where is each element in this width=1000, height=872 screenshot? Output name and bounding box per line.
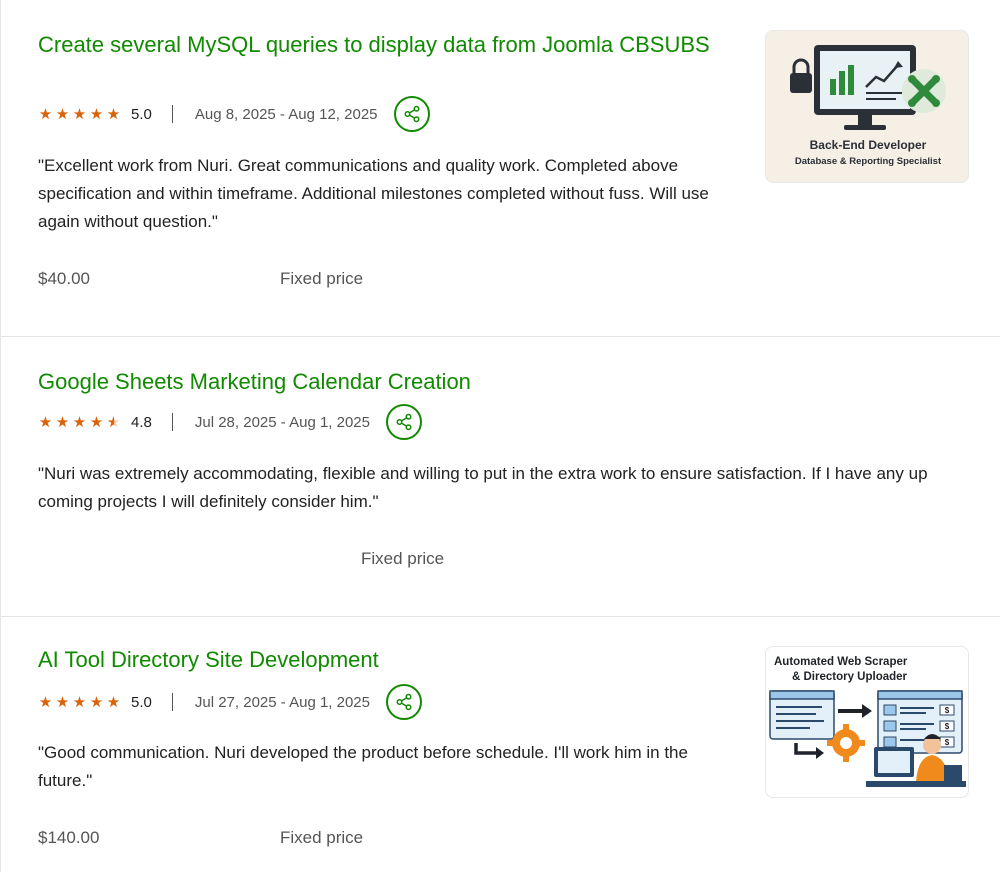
share-icon xyxy=(396,693,412,711)
job-dates: Jul 28, 2025 - Aug 1, 2025 xyxy=(194,413,370,431)
dollar-icon: $ xyxy=(945,722,950,731)
star-icon: ★ xyxy=(106,694,121,711)
divider xyxy=(171,413,173,431)
price-type: Fixed price xyxy=(361,549,445,568)
job-card: AI Tool Directory Site Development ★ ★ ★… xyxy=(1,617,1000,872)
thumb-line2: Database & Reporting Specialist xyxy=(795,156,942,167)
thumb-line2: & Directory Uploader xyxy=(792,671,908,683)
star-icon: ★ xyxy=(89,694,104,711)
star-icon: ★ xyxy=(55,414,70,431)
share-button[interactable] xyxy=(393,96,430,132)
dollar-icon: $ xyxy=(945,738,950,747)
job-meta: ★ ★ ★ ★ ★ 4.8 Jul 28, 2025 - Aug 1, 2025 xyxy=(38,404,422,440)
job-dates: Jul 27, 2025 - Aug 1, 2025 xyxy=(194,693,370,711)
star-icon: ★ xyxy=(72,414,87,431)
share-button[interactable] xyxy=(386,684,422,720)
share-icon xyxy=(404,105,420,123)
rating-value: 5.0 xyxy=(131,105,152,123)
star-icon: ★ xyxy=(89,106,104,123)
star-icon: ★ xyxy=(55,694,70,711)
star-icon: ★ xyxy=(106,106,121,123)
rating-value: 5.0 xyxy=(131,693,152,711)
web-scraper-illustration: Automated Web Scraper & Directory Upload… xyxy=(769,656,966,787)
job-price: $40.00 xyxy=(38,269,90,288)
job-price: $140.00 xyxy=(38,828,100,847)
project-thumbnail[interactable]: Back-End Developer Database & Reporting … xyxy=(765,30,969,183)
job-card: Google Sheets Marketing Calendar Creatio… xyxy=(1,337,1000,617)
job-title[interactable]: Create several MySQL queries to display … xyxy=(38,31,718,59)
divider xyxy=(171,105,173,123)
star-rating: ★ ★ ★ ★ ★ xyxy=(38,105,121,123)
work-history-list: Create several MySQL queries to display … xyxy=(0,0,1000,872)
share-button[interactable] xyxy=(386,404,422,440)
project-thumbnail[interactable]: Automated Web Scraper & Directory Upload… xyxy=(765,646,969,798)
price-type: Fixed price xyxy=(280,269,364,288)
star-icon: ★ xyxy=(38,106,53,123)
star-icon: ★ xyxy=(72,694,87,711)
dollar-icon: $ xyxy=(945,706,950,715)
rating-value: 4.8 xyxy=(131,413,152,431)
review-text: "Good communication. Nuri developed the … xyxy=(38,743,688,790)
star-rating: ★ ★ ★ ★ ★ xyxy=(38,693,121,711)
star-icon: ★ xyxy=(38,694,53,711)
share-icon xyxy=(396,413,412,431)
thumb-line1: Automated Web Scraper xyxy=(774,656,908,668)
thumb-line1: Back-End Developer xyxy=(810,138,927,152)
job-meta: ★ ★ ★ ★ ★ 5.0 Jul 27, 2025 - Aug 1, 2025 xyxy=(38,684,422,720)
job-title[interactable]: Google Sheets Marketing Calendar Creatio… xyxy=(38,368,471,396)
star-half-icon: ★ xyxy=(106,414,121,431)
job-title[interactable]: AI Tool Directory Site Development xyxy=(38,646,379,674)
review-text: "Nuri was extremely accommodating, flexi… xyxy=(38,464,928,511)
job-meta: ★ ★ ★ ★ ★ 5.0 Aug 8, 2025 - Aug 12, 2025 xyxy=(38,96,430,132)
star-icon: ★ xyxy=(72,106,87,123)
star-icon: ★ xyxy=(38,414,53,431)
job-dates: Aug 8, 2025 - Aug 12, 2025 xyxy=(194,105,378,123)
star-icon: ★ xyxy=(55,106,70,123)
review-text: "Excellent work from Nuri. Great communi… xyxy=(38,156,709,231)
star-rating: ★ ★ ★ ★ ★ xyxy=(38,413,121,431)
star-icon: ★ xyxy=(89,414,104,431)
divider xyxy=(171,693,173,711)
job-card: Create several MySQL queries to display … xyxy=(1,0,1000,337)
price-type: Fixed price xyxy=(280,828,364,847)
backend-developer-illustration: Back-End Developer Database & Reporting … xyxy=(790,45,946,167)
